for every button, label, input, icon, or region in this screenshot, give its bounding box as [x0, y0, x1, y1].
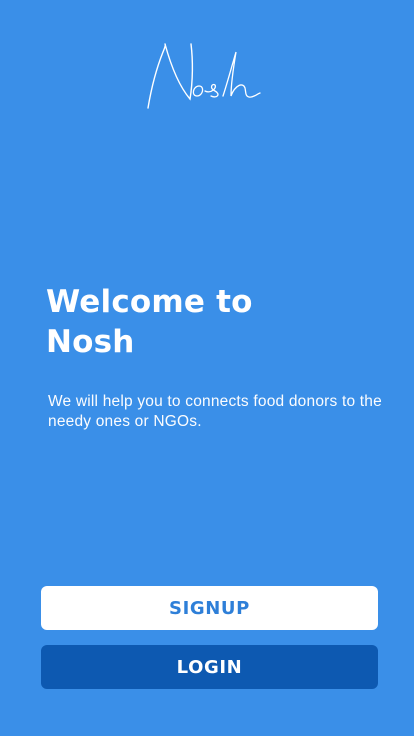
welcome-screen: Welcome to Nosh We will help you to conn… — [0, 0, 414, 736]
signup-button[interactable]: SIGNUP — [41, 586, 378, 630]
nosh-logo — [135, 38, 267, 114]
welcome-block: Welcome to Nosh We will help you to conn… — [46, 282, 382, 432]
nosh-script-logo-icon — [147, 43, 261, 109]
login-button[interactable]: LOGIN — [41, 645, 378, 689]
welcome-title: Welcome to Nosh — [46, 284, 253, 360]
welcome-description: We will help you to connects food donors… — [48, 393, 382, 430]
